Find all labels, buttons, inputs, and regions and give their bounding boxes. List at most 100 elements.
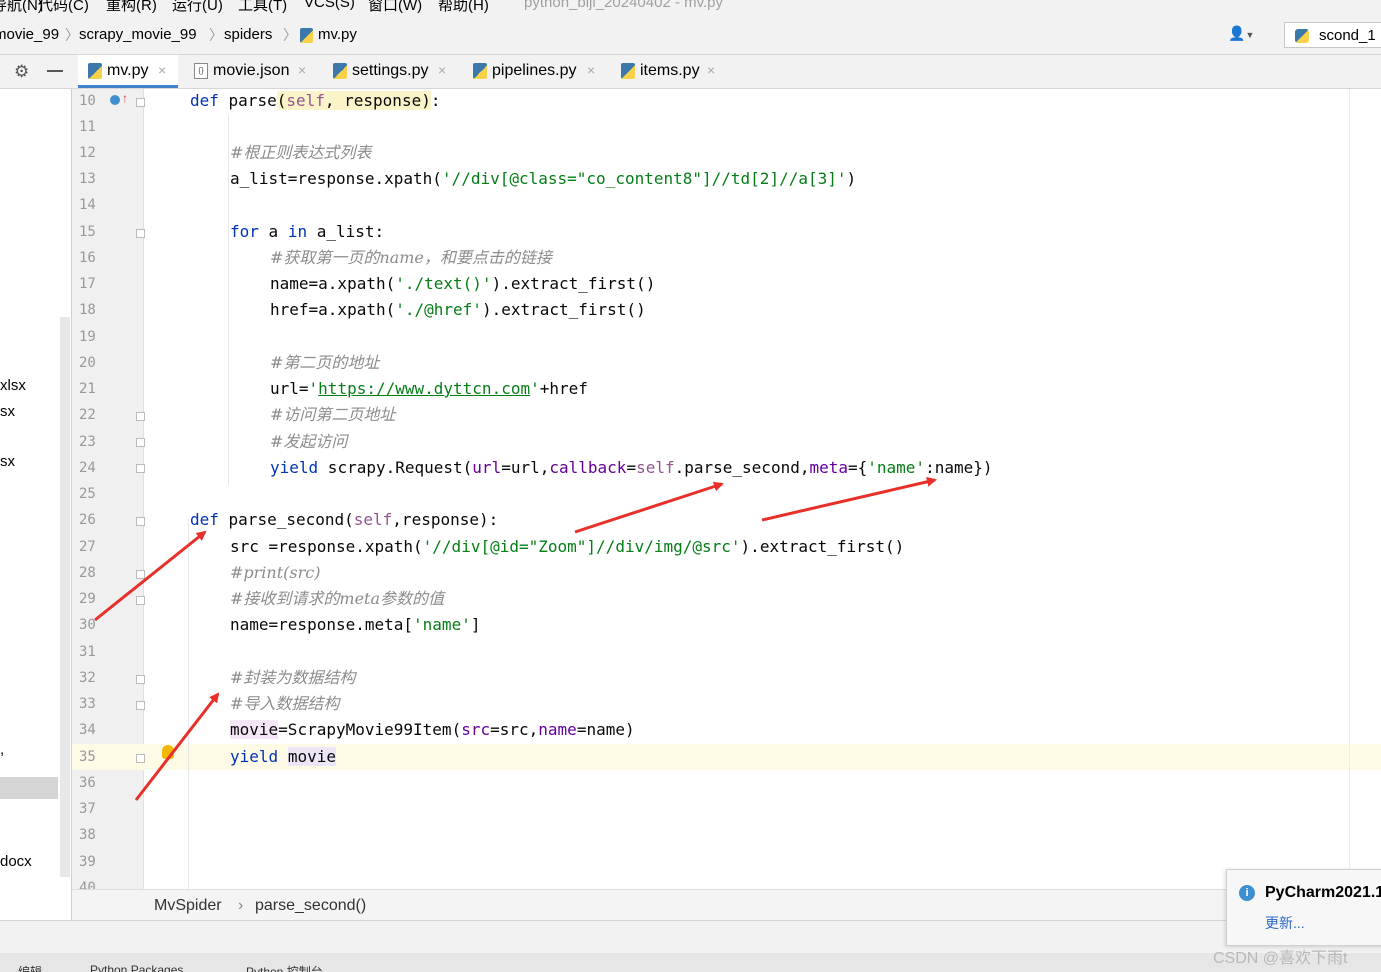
- nav-crumb-folder[interactable]: spiders: [224, 26, 272, 43]
- project-file-item[interactable]: sx: [0, 403, 15, 420]
- project-file-item[interactable]: ,: [0, 741, 4, 758]
- code-line-32[interactable]: #封装为数据结构: [230, 665, 355, 691]
- code-line-24[interactable]: yield scrapy.Request(url=url,callback=se…: [270, 455, 993, 481]
- lightbulb-icon[interactable]: [162, 745, 174, 759]
- tool-button-python-console[interactable]: Python 控制台: [246, 963, 323, 972]
- fold-icon[interactable]: [136, 596, 145, 605]
- nav-crumb-file[interactable]: mv.py: [318, 26, 357, 43]
- menu-help[interactable]: 帮助(H): [438, 0, 489, 15]
- close-icon[interactable]: ×: [438, 62, 446, 78]
- url-link[interactable]: https://www.dyttcn.com: [318, 379, 530, 398]
- nav-crumb-package[interactable]: scrapy_movie_99: [79, 26, 197, 43]
- code-editor[interactable]: 10 11 12 13 14 15 16 17 18 19 20 21 22 2…: [72, 89, 1381, 889]
- menu-code[interactable]: 代码(C): [38, 0, 89, 15]
- line-number: 32: [79, 670, 96, 686]
- breadcrumb-class[interactable]: MvSpider: [154, 897, 222, 915]
- code-text: name=response.meta[: [230, 615, 414, 634]
- update-link[interactable]: 更新...: [1265, 913, 1305, 933]
- string-literal: 'name': [413, 615, 471, 634]
- close-icon[interactable]: ×: [707, 62, 715, 78]
- string-literal: './@href': [395, 300, 482, 319]
- fold-icon[interactable]: [136, 464, 145, 473]
- project-file-item[interactable]: xlsx: [0, 377, 26, 394]
- code-text: scrapy.Request(: [318, 458, 473, 477]
- fold-icon[interactable]: [136, 675, 145, 684]
- fold-icon[interactable]: [136, 412, 145, 421]
- fold-icon[interactable]: [136, 98, 145, 107]
- tab-mv-py[interactable]: mv.py ×: [78, 55, 178, 88]
- code-line-26[interactable]: def parse_second(self,response):: [190, 507, 498, 533]
- code-line-29[interactable]: #接收到请求的meta参数的值: [230, 586, 444, 612]
- menu-window[interactable]: 窗口(W): [368, 0, 422, 15]
- param-name: meta: [809, 458, 848, 477]
- menu-navigate[interactable]: 导航(N): [0, 0, 43, 15]
- close-icon[interactable]: ×: [587, 62, 595, 78]
- project-file-item[interactable]: docx: [0, 853, 32, 870]
- code-line-22[interactable]: #访问第二页地址: [270, 402, 395, 428]
- code-text: :: [430, 91, 441, 110]
- tab-items-py[interactable]: items.py ×: [611, 55, 731, 88]
- gear-icon[interactable]: ⚙: [14, 62, 29, 82]
- code-line-16[interactable]: #获取第一页的name，和要点击的链接: [270, 245, 552, 271]
- code-line-30[interactable]: name=response.meta['name']: [230, 612, 480, 638]
- tab-pipelines-py[interactable]: pipelines.py ×: [462, 55, 607, 88]
- line-number: 26: [79, 512, 96, 528]
- code-line-18[interactable]: href=a.xpath('./@href').extract_first(): [270, 297, 646, 323]
- override-method-icon[interactable]: [110, 95, 120, 105]
- python-file-icon: [333, 63, 347, 79]
- self-keyword: self: [636, 458, 675, 477]
- tool-button-python-packages[interactable]: Python Packages: [90, 963, 183, 972]
- code-line-21[interactable]: url='https://www.dyttcn.com'+href: [270, 376, 588, 402]
- fold-icon[interactable]: [136, 754, 145, 763]
- fold-icon[interactable]: [136, 701, 145, 710]
- line-number: 30: [79, 617, 96, 633]
- project-file-item[interactable]: sx: [0, 453, 15, 470]
- code-text: =: [626, 458, 637, 477]
- line-number: 35: [79, 749, 96, 765]
- minimize-icon[interactable]: [47, 70, 63, 72]
- code-line-12[interactable]: #根正则表达式列表: [230, 140, 371, 166]
- project-selected-item[interactable]: [0, 777, 58, 799]
- close-icon[interactable]: ×: [298, 62, 306, 78]
- variable-highlight: movie: [230, 720, 279, 739]
- menu-tools[interactable]: 工具(T): [238, 0, 287, 15]
- params-highlight: (self, response): [276, 91, 431, 110]
- line-number: 17: [79, 276, 96, 292]
- run-configuration-select[interactable]: scond_1: [1284, 22, 1381, 48]
- code-line-17[interactable]: name=a.xpath('./text()').extract_first(): [270, 271, 655, 297]
- close-icon[interactable]: ×: [158, 62, 166, 78]
- fold-icon[interactable]: [136, 570, 145, 579]
- code-line-33[interactable]: #导入数据结构: [230, 691, 339, 717]
- tab-settings-py[interactable]: settings.py ×: [322, 55, 458, 88]
- code-line-10[interactable]: def parse(self, response):: [190, 89, 440, 114]
- code-line-27[interactable]: src =response.xpath('//div[@id="Zoom"]//…: [230, 534, 904, 560]
- update-notification[interactable]: i PyCharm2021.1 更新...: [1226, 869, 1381, 946]
- arrow-up-icon: ↑: [122, 91, 128, 105]
- fold-icon[interactable]: [136, 438, 145, 447]
- code-text: a_list=response.xpath(: [230, 169, 442, 188]
- nav-crumb-project[interactable]: movie_99: [0, 26, 59, 43]
- menu-run[interactable]: 运行(U): [172, 0, 223, 15]
- fold-icon[interactable]: [136, 229, 145, 238]
- tool-button-edit[interactable]: 编辑: [18, 963, 42, 972]
- code-line-20[interactable]: #第二页的地址: [270, 350, 379, 376]
- code-line-35[interactable]: yield movie: [230, 744, 336, 770]
- menu-refactor[interactable]: 重构(R): [106, 0, 157, 15]
- fold-icon[interactable]: [136, 517, 145, 526]
- line-number: 18: [79, 302, 96, 318]
- watermark: CSDN @喜欢下雨t: [1213, 950, 1348, 967]
- code-line-28[interactable]: #print(src): [230, 560, 320, 586]
- code-line-23[interactable]: #发起访问: [270, 429, 347, 455]
- code-line-15[interactable]: for a in a_list:: [230, 219, 384, 245]
- python-file-icon: [621, 63, 635, 79]
- code-line-34[interactable]: movie=ScrapyMovie99Item(src=src,name=nam…: [230, 717, 635, 743]
- tab-movie-json[interactable]: {} movie.json ×: [182, 55, 318, 88]
- line-number: 34: [79, 722, 96, 738]
- breadcrumb-method[interactable]: parse_second(): [255, 897, 366, 915]
- user-account-button[interactable]: 👤▼: [1228, 25, 1264, 45]
- menu-vcs[interactable]: VCS(S): [304, 0, 355, 11]
- project-scrollbar[interactable]: [60, 317, 70, 877]
- code-line-13[interactable]: a_list=response.xpath('//div[@class="co_…: [230, 166, 856, 192]
- keyword: yield: [230, 747, 279, 766]
